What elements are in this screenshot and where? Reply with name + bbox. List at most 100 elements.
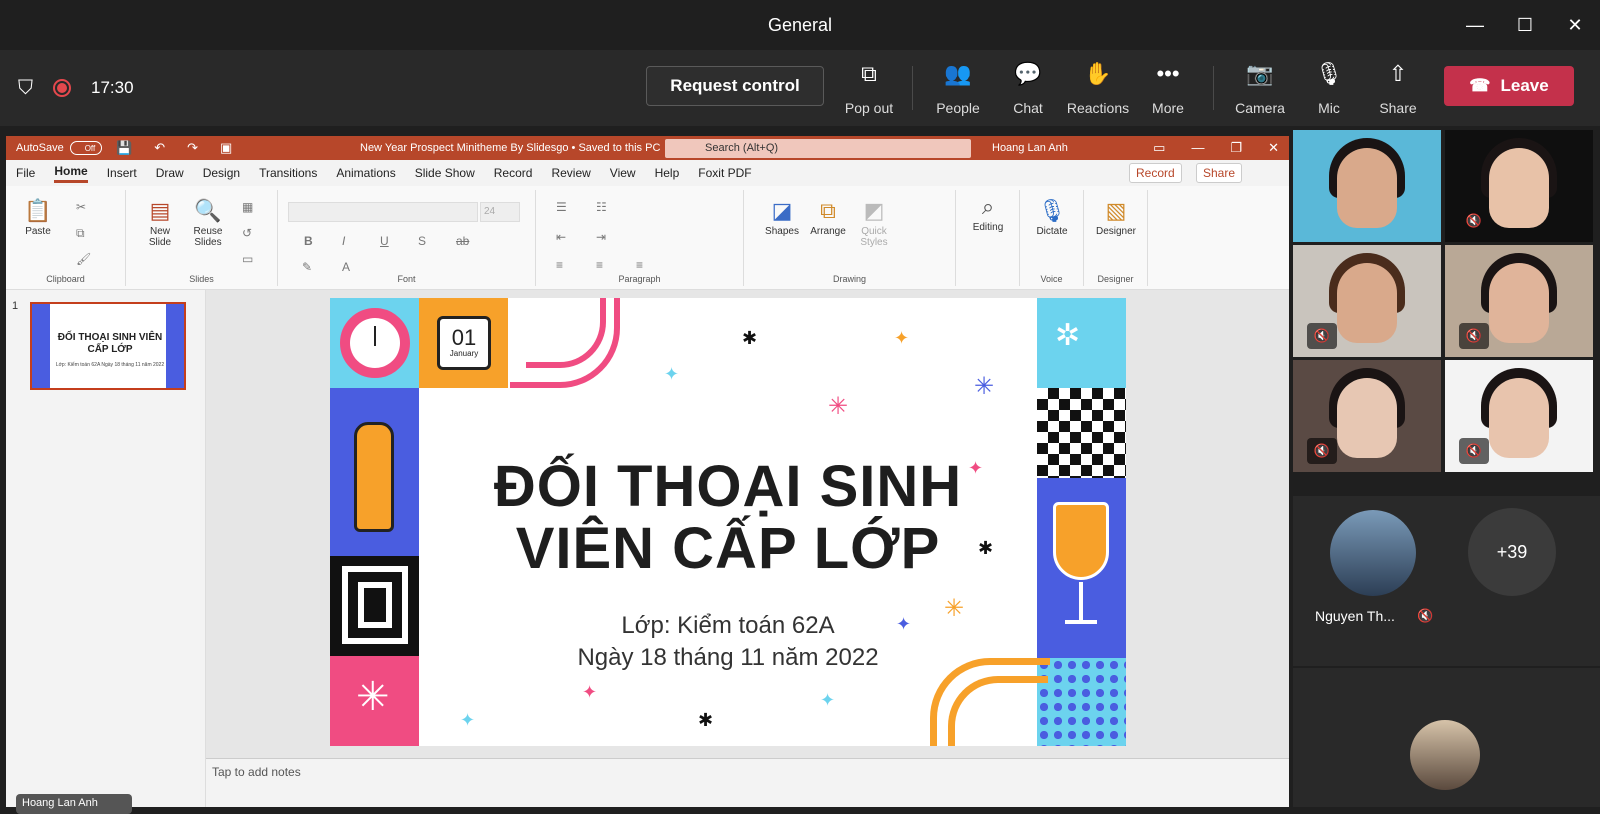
reset-icon[interactable]: ↺ <box>242 226 252 240</box>
designer-button[interactable]: ▧ Designer <box>1092 198 1140 237</box>
current-slide[interactable]: 01 January ✳ ✲ ✱ ✦ ✦ ✳ ✳ ✦ ✱ ✳ ✦ ✦ ✦ ✱ ✦… <box>330 298 1126 746</box>
reactions-label: Reactions <box>1066 100 1130 116</box>
thumb-subtitle: Lớp: Kiểm toán 62A Ngày 18 tháng 11 năm … <box>55 362 165 368</box>
mic-label: Mic <box>1318 100 1340 116</box>
participant-video[interactable]: 🔇 <box>1293 360 1441 472</box>
shadow-icon[interactable]: S <box>418 234 426 248</box>
layout-icon[interactable]: ▦ <box>242 200 253 214</box>
menu-tab-review[interactable]: Review <box>551 166 590 180</box>
paste-button[interactable]: 📋 Paste <box>18 198 58 237</box>
slide-title-line2: VIÊN CẤP LỚP <box>515 516 941 581</box>
format-painter-icon[interactable]: 🖌 <box>76 252 91 266</box>
redo-icon[interactable]: ↷ <box>187 140 198 156</box>
calendar-month: January <box>449 349 479 358</box>
record-button[interactable]: Record <box>1129 163 1182 183</box>
bold-icon[interactable]: B <box>304 234 313 248</box>
designer-group-label: Designer <box>1097 274 1134 284</box>
participant-video[interactable]: 🔇 <box>1445 130 1593 242</box>
font-name-box[interactable] <box>288 202 478 222</box>
align-right-icon[interactable]: ≡ <box>636 258 643 272</box>
slide-thumbnail-pane: 1 ĐỐI THOẠI SINH VIÊN CẤP LỚP Lớp: Kiểm … <box>6 290 206 807</box>
menu-tab-view[interactable]: View <box>610 166 636 180</box>
pop-out-button[interactable]: ⧉ Pop out <box>829 60 909 116</box>
clock-tile <box>330 298 419 388</box>
copy-icon[interactable]: ⧉ <box>76 226 85 241</box>
decrease-indent-icon[interactable]: ⇤ <box>556 230 566 244</box>
reuse-slides-button[interactable]: 🔍 Reuse Slides <box>186 198 230 248</box>
participant-avatar-tile[interactable]: Nguyen Th... 🔇 +39 <box>1293 496 1600 666</box>
menu-tab-record[interactable]: Record <box>494 166 533 180</box>
menu-tab-insert[interactable]: Insert <box>107 166 137 180</box>
autosave[interactable]: AutoSave Off <box>16 141 102 155</box>
italic-icon[interactable]: I <box>342 234 345 248</box>
font-color-icon[interactable]: A <box>342 260 350 274</box>
share-button[interactable]: ⇧ Share <box>1358 60 1438 116</box>
close-icon[interactable]: ✕ <box>1550 0 1600 50</box>
align-left-icon[interactable]: ≡ <box>556 258 563 272</box>
minimize-icon[interactable]: — <box>1191 140 1204 156</box>
share-label: Share <box>1379 100 1417 116</box>
slide-number: 1 <box>12 300 19 312</box>
reactions-button[interactable]: ✋ Reactions <box>1058 60 1138 116</box>
strikethrough-icon[interactable]: ab <box>456 234 469 248</box>
dictate-button[interactable]: 🎙 Dictate <box>1030 198 1074 237</box>
cut-icon[interactable]: ✂ <box>76 200 86 214</box>
editing-button[interactable]: ⌕ Editing <box>966 194 1010 233</box>
paste-icon: 📋 <box>24 198 52 223</box>
menu-tab-file[interactable]: File <box>16 166 35 180</box>
section-icon[interactable]: ▭ <box>242 252 253 266</box>
camera-button[interactable]: 📷 Camera <box>1220 60 1300 116</box>
ribbon-display-icon[interactable]: ▭ <box>1153 140 1165 156</box>
maximize-icon[interactable]: ☐ <box>1500 0 1550 50</box>
minimize-icon[interactable]: — <box>1450 0 1500 50</box>
autosave-toggle[interactable]: Off <box>69 141 102 155</box>
participant-video[interactable]: 🔇 <box>1293 245 1441 357</box>
underline-icon[interactable]: U <box>380 234 389 248</box>
align-center-icon[interactable]: ≡ <box>596 258 603 272</box>
new-slide-button[interactable]: ▤ New Slide <box>140 198 180 248</box>
slide-subtitle[interactable]: Lớp: Kiểm toán 62A Ngày 18 tháng 11 năm … <box>420 610 1036 674</box>
chat-button[interactable]: 💬 Chat <box>988 60 1068 116</box>
slide-title[interactable]: ĐỐI THOẠI SINH VIÊN CẤP LỚP <box>420 456 1036 580</box>
menu-tab-home[interactable]: Home <box>54 164 88 183</box>
menu-tab-help[interactable]: Help <box>655 166 680 180</box>
people-label: People <box>936 100 980 116</box>
recording-icon <box>53 79 71 97</box>
save-icon[interactable]: 💾 <box>116 140 132 156</box>
bullets-icon[interactable]: ☰ <box>556 200 567 214</box>
people-button[interactable]: 👥 People <box>918 60 998 116</box>
notes-pane[interactable]: Tap to add notes <box>206 758 1289 786</box>
highlight-icon[interactable]: ✎ <box>302 260 312 274</box>
mic-button[interactable]: 🎙 Mic <box>1289 60 1369 116</box>
star-decor: ✦ <box>664 364 680 384</box>
more-button[interactable]: ••• More <box>1128 60 1208 116</box>
restore-icon[interactable]: ❐ <box>1230 140 1242 156</box>
arrange-button[interactable]: ⧉ Arrange <box>806 198 850 237</box>
participant-video[interactable]: 🔇 <box>1445 360 1593 472</box>
menu-tab-design[interactable]: Design <box>203 166 240 180</box>
menu-tab-foxit-pdf[interactable]: Foxit PDF <box>698 166 751 180</box>
participant-video[interactable] <box>1293 130 1441 242</box>
numbering-icon[interactable]: ☷ <box>596 200 607 214</box>
camera-label: Camera <box>1235 100 1285 116</box>
font-size-box[interactable]: 24 <box>480 202 520 222</box>
participant-avatar-tile[interactable] <box>1293 668 1600 807</box>
slide-thumbnail[interactable]: ĐỐI THOẠI SINH VIÊN CẤP LỚP Lớp: Kiểm to… <box>30 302 186 390</box>
quick-styles-button[interactable]: ◩ Quick Styles <box>852 198 896 248</box>
shapes-button[interactable]: ◪ Shapes <box>762 198 802 237</box>
menu-tab-animations[interactable]: Animations <box>336 166 395 180</box>
star-decor: ✳ <box>974 373 995 400</box>
more-participants-button[interactable]: +39 <box>1468 508 1556 596</box>
ppt-share-button[interactable]: Share <box>1196 163 1243 183</box>
menu-tab-slide-show[interactable]: Slide Show <box>415 166 475 180</box>
participant-video[interactable]: 🔇 <box>1445 245 1593 357</box>
present-icon[interactable]: ▣ <box>220 140 232 156</box>
leave-button[interactable]: ☎ Leave <box>1444 66 1574 106</box>
close-icon[interactable]: ✕ <box>1268 140 1279 156</box>
request-control-button[interactable]: Request control <box>646 66 824 106</box>
undo-icon[interactable]: ↶ <box>154 140 165 156</box>
menu-tab-transitions[interactable]: Transitions <box>259 166 317 180</box>
increase-indent-icon[interactable]: ⇥ <box>596 230 606 244</box>
menu-tab-draw[interactable]: Draw <box>156 166 184 180</box>
ppt-search-box[interactable]: Search (Alt+Q) <box>665 139 971 158</box>
